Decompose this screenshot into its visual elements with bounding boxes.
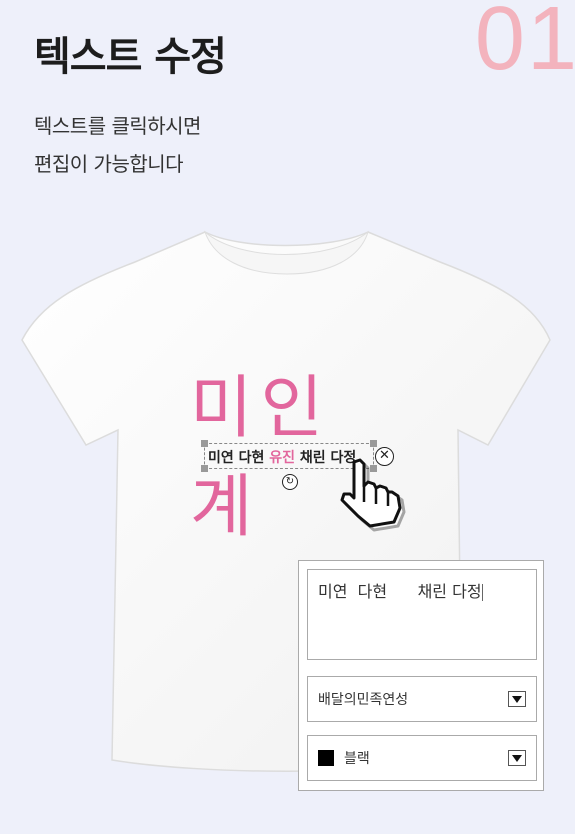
highlighted-text: 유진 [269, 450, 296, 466]
color-swatch [318, 750, 334, 766]
color-select[interactable]: 블랙 [307, 735, 537, 781]
font-select[interactable]: 배달의민족연성 [307, 676, 537, 722]
dropdown-arrow-icon[interactable] [508, 750, 526, 766]
color-select-value: 블랙 [344, 751, 370, 767]
text-edit-value: 미연 다현 채린 다정 [318, 582, 482, 601]
text-edit-field[interactable]: 미연 다현 채린 다정 [307, 569, 537, 660]
resize-handle[interactable] [201, 440, 208, 447]
hand-cursor-icon [340, 458, 406, 532]
resize-handle[interactable] [370, 440, 377, 447]
font-select-value: 배달의민족연성 [318, 692, 409, 708]
rotate-icon[interactable]: ↻ [282, 474, 298, 490]
resize-handle[interactable] [201, 465, 208, 472]
dropdown-arrow-icon[interactable] [508, 691, 526, 707]
text-part: 미연 다현 [208, 450, 270, 466]
edit-panel: 미연 다현 채린 다정 배달의민족연성 블랙 [298, 560, 544, 791]
text-caret [481, 584, 483, 601]
